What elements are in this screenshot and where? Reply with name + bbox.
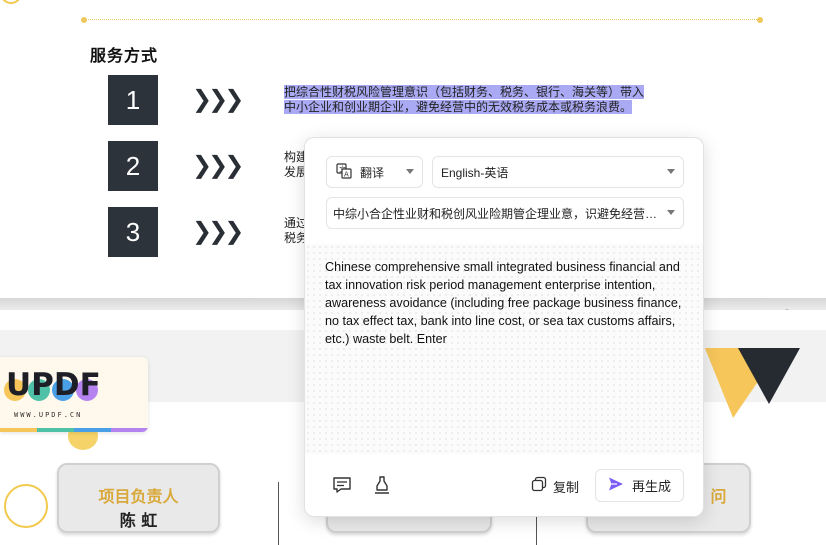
translate-popup: 文 A 翻译 English-英语 中综小合企性业财和税创风业险期管企理业意，识… [304, 137, 704, 517]
send-icon [608, 476, 624, 496]
updf-logo: UPDF WWW.UPDF.CN [0, 357, 148, 432]
logo-stripe-blue [74, 428, 111, 432]
logo-stripe-purple [111, 428, 148, 432]
dotted-divider [84, 19, 761, 20]
chevron-down-icon [667, 210, 675, 215]
source-text-label: 中综小合企性业财和税创风业险期管企理业意，识避免经营中的无效税务成本或税务浪费 [333, 206, 658, 221]
step-text-1-line1[interactable]: 把综合性财税风险管理意识（包括财务、税务、银行、海关等）带入 [284, 85, 645, 99]
step-number-2: 2 [108, 141, 158, 191]
decorative-arc [0, 0, 22, 4]
logo-stripe-teal [37, 428, 74, 432]
step-arrows-2: ❯❯❯ [192, 151, 244, 179]
regenerate-button[interactable]: 再生成 [595, 469, 684, 502]
outline-circle-decoration [4, 484, 48, 528]
card-role: 项目负责人 [98, 487, 179, 506]
highlight-icon[interactable] [371, 474, 393, 496]
target-language-dropdown[interactable]: English-英语 [432, 156, 684, 188]
person-card-1: 项目负责人 陈 虹 [57, 463, 220, 533]
step-number-1: 1 [108, 75, 158, 125]
step-text-1[interactable]: 把综合性财税风险管理意识（包括财务、税务、银行、海关等）带入 中小企业和创业期企… [284, 85, 645, 115]
translate-mode-label: 翻译 [360, 165, 385, 180]
copy-icon [531, 476, 547, 496]
chevron-down-icon [406, 169, 414, 174]
step-text-1-line2[interactable]: 中小企业和创业期企业，避免经营中的无效税务成本或税务浪费。 [284, 100, 633, 114]
step-arrows-3: ❯❯❯ [192, 217, 244, 245]
vertical-divider [278, 482, 279, 545]
translate-mode-dropdown[interactable]: 文 A 翻译 [326, 156, 423, 188]
logo-site-url: WWW.UPDF.CN [14, 411, 83, 419]
dark-triangle-decoration [738, 348, 800, 404]
svg-text:A: A [344, 170, 349, 178]
translate-icon: 文 A [336, 162, 352, 182]
copy-label: 复制 [553, 480, 580, 496]
divider-dot-left [81, 17, 87, 23]
translation-result-text[interactable]: Chinese comprehensive small integrated b… [325, 258, 685, 348]
regenerate-label: 再生成 [632, 480, 672, 495]
target-language-label: English-英语 [441, 165, 509, 180]
logo-wordmark: UPDF [6, 367, 101, 403]
logo-stripe-yellow [0, 428, 37, 432]
section-title: 服务方式 [90, 46, 159, 65]
card-name: 陈 虹 [119, 511, 158, 530]
translation-result-area[interactable]: Chinese comprehensive small integrated b… [305, 244, 703, 454]
step-arrows-1: ❯❯❯ [192, 85, 244, 113]
chevron-down-icon [667, 169, 675, 174]
divider-dot-right [757, 17, 763, 23]
step-number-3: 3 [108, 207, 158, 257]
source-text-dropdown[interactable]: 中综小合企性业财和税创风业险期管企理业意，识避免经营中的无效税务成本或税务浪费 [326, 197, 684, 229]
comment-icon[interactable] [331, 474, 353, 496]
copy-button[interactable]: 复制 [531, 474, 579, 498]
